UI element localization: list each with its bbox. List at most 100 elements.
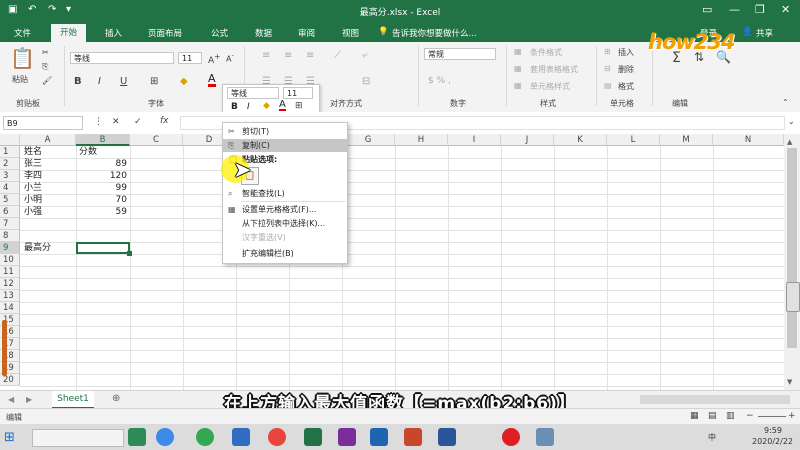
taskbar-app-icon[interactable] — [536, 428, 554, 446]
menu-cut[interactable]: ✂ 剪切(T) — [223, 125, 347, 138]
cell-style-icon[interactable]: ▦ — [514, 81, 522, 90]
scroll-tab-handle[interactable] — [786, 282, 800, 312]
insert-function-icon[interactable]: fx — [160, 116, 169, 126]
tab-review[interactable]: 审阅 — [298, 27, 315, 39]
page-layout-view-icon[interactable]: ▤ — [708, 411, 717, 421]
collapse-ribbon-icon[interactable]: ⌃ — [782, 98, 789, 107]
next-sheet-icon[interactable]: ▶ — [26, 395, 32, 404]
taskbar-search-box[interactable] — [32, 429, 124, 447]
column-header-j[interactable]: J — [501, 134, 554, 146]
wrap-text-icon[interactable]: ⤶ — [362, 50, 368, 61]
underline-icon[interactable]: U — [120, 76, 127, 87]
orientation-icon[interactable]: ⟋ — [334, 50, 341, 61]
row-header[interactable]: 14 — [0, 302, 20, 314]
row-header[interactable]: 13 — [0, 290, 20, 302]
fill-color-icon[interactable]: ◆ — [180, 76, 188, 87]
menu-expand-formula-bar[interactable]: 扩充编辑栏(B) — [223, 247, 347, 260]
row-header[interactable]: 4 — [0, 182, 20, 194]
taskbar-app-icon[interactable] — [128, 428, 146, 446]
zoom-in-icon[interactable]: + — [788, 411, 796, 421]
prev-sheet-icon[interactable]: ◀ — [8, 395, 14, 404]
cell-b6[interactable]: 59 — [76, 206, 127, 218]
zoom-out-icon[interactable]: − — [746, 411, 754, 421]
row-header[interactable]: 9 — [0, 242, 20, 254]
column-header-b[interactable]: B — [76, 134, 130, 146]
ime-indicator-icon[interactable]: 中 — [708, 432, 716, 443]
fill-handle[interactable] — [127, 251, 132, 256]
taskbar-wps-icon[interactable] — [232, 428, 250, 446]
add-sheet-icon[interactable]: ⊕ — [112, 393, 120, 404]
format-cells-icon[interactable]: ▤ — [604, 81, 612, 90]
font-name-box[interactable]: 等线 — [70, 52, 174, 64]
cell-b5[interactable]: 70 — [76, 194, 127, 206]
paste-icon[interactable]: 📋 — [10, 46, 35, 70]
column-header-c[interactable]: C — [130, 134, 183, 146]
cell-a5[interactable]: 小明 — [24, 194, 42, 206]
mini-bold-icon[interactable]: B — [231, 102, 238, 112]
tab-file[interactable]: 文件 — [14, 27, 31, 39]
taskbar-browser-icon[interactable] — [196, 428, 214, 446]
select-all-corner[interactable] — [0, 134, 20, 146]
tell-me-box[interactable]: 告诉我你想要做什么... — [392, 27, 477, 39]
menu-copy[interactable]: ⎘ 复制(C) — [223, 139, 347, 152]
minimize-icon[interactable]: — — [729, 3, 740, 16]
table-format-button[interactable]: 套用表格格式 — [530, 64, 578, 75]
copy-icon[interactable]: ⎘ — [42, 62, 48, 72]
mini-fill-color-icon[interactable]: ◆ — [263, 101, 270, 111]
merge-center-icon[interactable]: ⊟ — [362, 76, 370, 87]
horizontal-scrollbar[interactable] — [640, 395, 790, 404]
cell-style-button[interactable]: 单元格样式 — [530, 81, 570, 92]
insert-cells-icon[interactable]: ⊞ — [604, 47, 611, 56]
currency-icon[interactable]: $ % , — [428, 76, 451, 86]
enter-icon[interactable]: ✓ — [134, 117, 142, 127]
italic-icon[interactable]: I — [98, 76, 101, 87]
column-header-m[interactable]: M — [660, 134, 713, 146]
menu-pick-from-list[interactable]: 从下拉列表中选择(K)... — [223, 217, 347, 230]
cell-b1[interactable]: 分数 — [79, 146, 97, 158]
column-header-g[interactable]: G — [342, 134, 395, 146]
format-cells-button[interactable]: 格式 — [618, 81, 634, 92]
borders-icon[interactable]: ⊞ — [150, 76, 158, 87]
sheet-tab-sheet1[interactable]: Sheet1 — [52, 391, 94, 409]
scroll-thumb[interactable] — [787, 148, 797, 348]
normal-view-icon[interactable]: ▦ — [690, 411, 699, 421]
row-header[interactable]: 12 — [0, 278, 20, 290]
taskbar-app-icon[interactable] — [156, 428, 174, 446]
mini-italic-icon[interactable]: I — [247, 102, 250, 112]
column-header-n[interactable]: N — [713, 134, 784, 146]
row-header[interactable]: 6 — [0, 206, 20, 218]
taskbar-chrome-icon[interactable] — [268, 428, 286, 446]
selected-cell-b9[interactable] — [76, 242, 130, 254]
cell-b3[interactable]: 120 — [76, 170, 127, 182]
row-header[interactable]: 1 — [0, 146, 20, 158]
tab-home[interactable]: 开始 — [51, 24, 87, 42]
maximize-icon[interactable]: ❐ — [755, 3, 765, 16]
share-button[interactable]: 共享 — [756, 27, 773, 39]
align-middle-icon[interactable]: ≡ — [284, 50, 292, 61]
column-header-i[interactable]: I — [448, 134, 501, 146]
taskbar-record-icon[interactable] — [502, 428, 520, 446]
page-break-view-icon[interactable]: ▥ — [726, 411, 735, 421]
mini-font-size[interactable]: 11 — [283, 87, 313, 99]
column-header-a[interactable]: A — [20, 134, 76, 146]
vertical-scrollbar[interactable]: ▲ ▼ — [784, 134, 800, 390]
column-header-k[interactable]: K — [554, 134, 607, 146]
cut-icon[interactable]: ✂ — [42, 48, 49, 57]
row-header[interactable]: 3 — [0, 170, 20, 182]
expand-formula-bar-icon[interactable]: ⌄ — [788, 117, 795, 126]
name-box[interactable]: B9 — [3, 116, 83, 130]
menu-format-cells[interactable]: ▦ 设置单元格格式(F)... — [223, 203, 347, 216]
mini-borders-icon[interactable]: ⊞ — [295, 101, 303, 111]
grow-font-icon[interactable]: A+ — [208, 52, 220, 66]
taskbar-powerpoint-icon[interactable] — [404, 428, 422, 446]
row-header[interactable]: 7 — [0, 218, 20, 230]
cell-a3[interactable]: 李四 — [24, 170, 42, 182]
bold-icon[interactable]: B — [74, 76, 82, 87]
cell-a2[interactable]: 张三 — [24, 158, 42, 170]
delete-cells-button[interactable]: 删除 — [618, 64, 634, 75]
menu-smart-lookup[interactable]: ⌕ 智能查找(L) — [223, 187, 347, 200]
taskbar-excel-icon[interactable] — [304, 428, 322, 446]
row-header[interactable]: 8 — [0, 230, 20, 242]
delete-cells-icon[interactable]: ⊟ — [604, 64, 611, 73]
scroll-up-icon[interactable]: ▲ — [787, 138, 792, 146]
